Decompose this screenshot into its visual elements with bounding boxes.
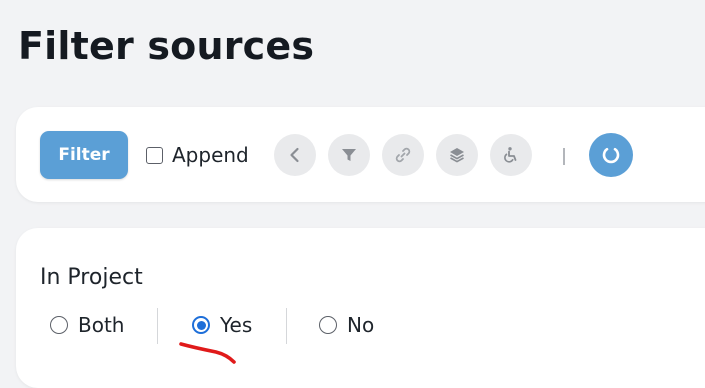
chevron-left-icon (290, 147, 299, 163)
radio-no[interactable] (319, 316, 337, 334)
radio-label-no: No (347, 313, 375, 337)
layers-icon (450, 148, 464, 163)
append-label: Append (172, 143, 249, 167)
option-divider (286, 308, 287, 344)
wheelchair-icon (504, 147, 517, 163)
toolbar-card: Filter Append (16, 107, 705, 202)
red-underline-annotation (179, 342, 236, 364)
layers-button[interactable] (436, 134, 478, 176)
page-title: Filter sources (18, 24, 315, 68)
back-button[interactable] (274, 134, 316, 176)
append-option[interactable]: Append (146, 143, 249, 167)
radio-label-both: Both (78, 313, 125, 337)
refresh-icon (602, 147, 620, 164)
accessibility-button[interactable] (490, 134, 532, 176)
radio-option-both[interactable]: Both (50, 312, 124, 338)
link-icon (395, 147, 411, 163)
radio-option-no[interactable]: No (319, 312, 374, 338)
radio-both[interactable] (50, 316, 68, 334)
funnel-icon (342, 149, 356, 161)
filter-icon-button[interactable] (328, 134, 370, 176)
link-button[interactable] (382, 134, 424, 176)
filter-button[interactable]: Filter (40, 131, 128, 179)
radio-option-yes[interactable]: Yes (192, 312, 252, 338)
option-divider (157, 308, 158, 344)
radio-label-yes: Yes (220, 313, 253, 337)
radio-yes[interactable] (192, 316, 210, 334)
in-project-card: In Project Both Yes No (16, 228, 705, 388)
toolbar-separator (563, 148, 565, 165)
append-checkbox[interactable] (146, 146, 163, 164)
refresh-button[interactable] (589, 133, 633, 177)
in-project-label: In Project (40, 265, 143, 290)
